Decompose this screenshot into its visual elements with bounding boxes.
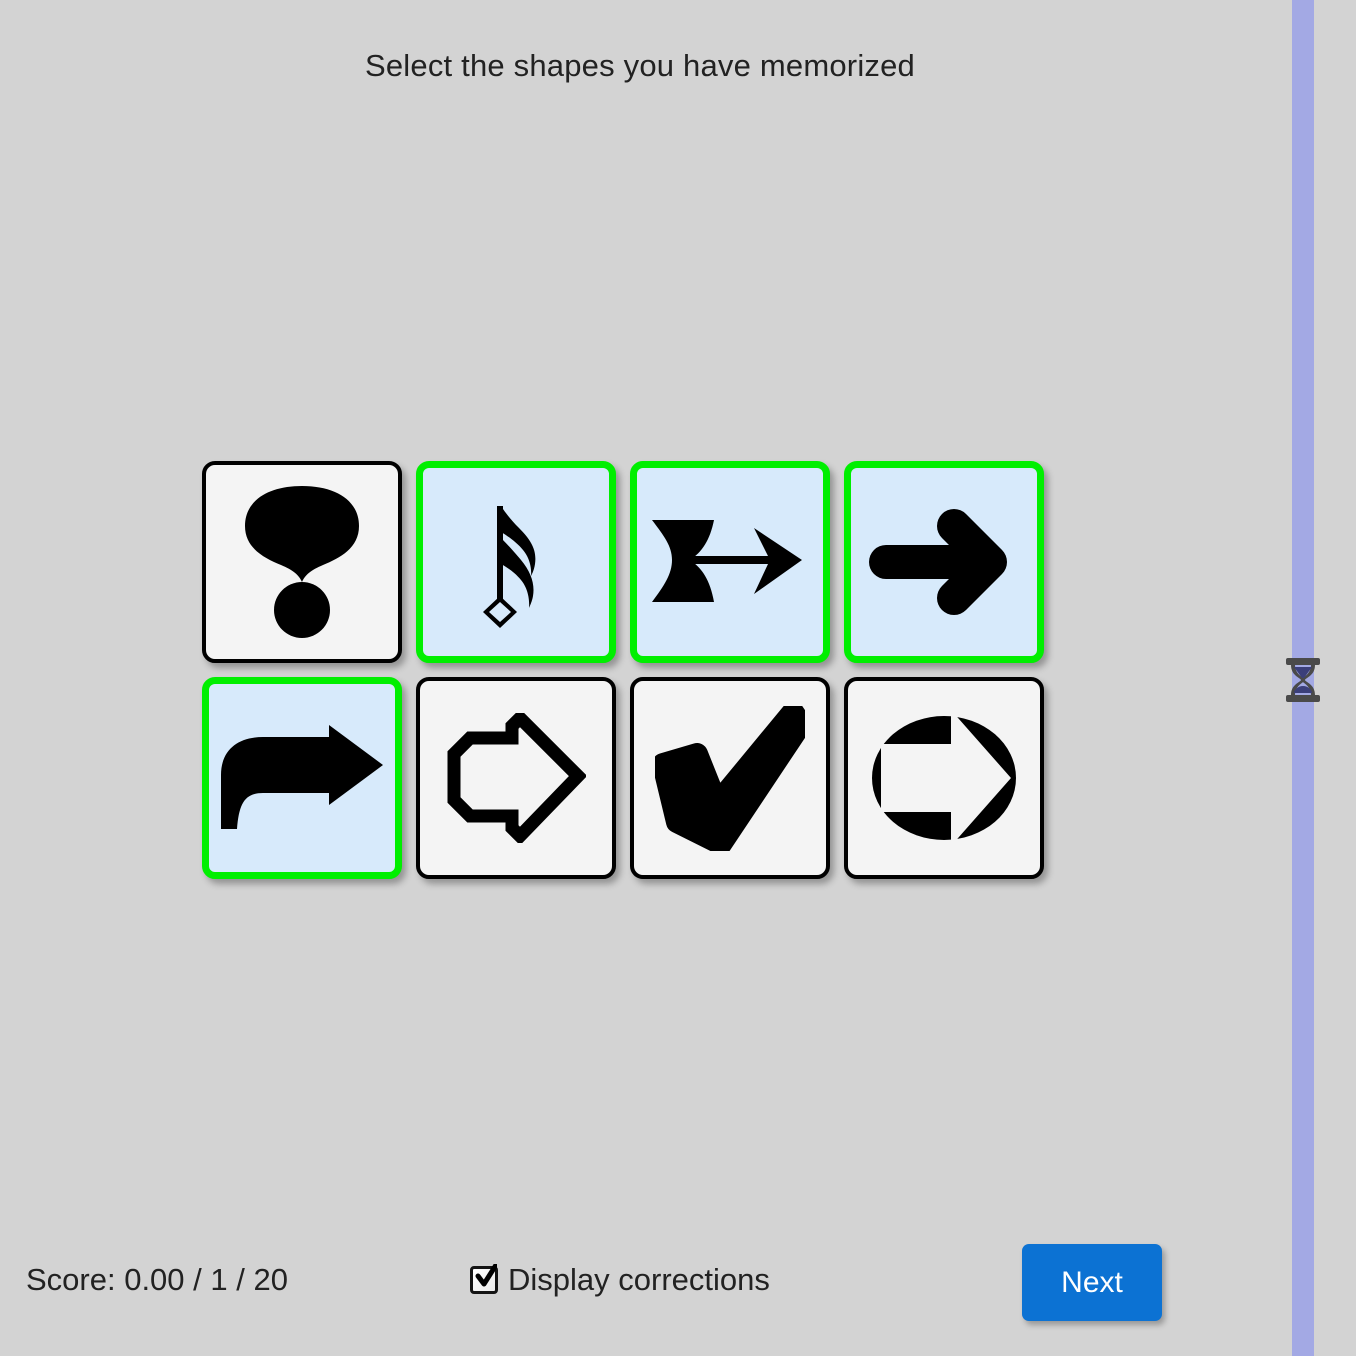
shape-tile-7[interactable] (630, 677, 830, 879)
circled-arrow-right-icon (869, 708, 1019, 848)
shape-tile-8[interactable] (844, 677, 1044, 879)
hourglass-icon (1282, 656, 1324, 704)
arrow-right-icon (864, 502, 1024, 622)
shape-tile-6[interactable] (416, 677, 616, 879)
exclamation-mark-icon (237, 482, 367, 642)
shape-tile-5[interactable] (202, 677, 402, 879)
display-corrections-label: Display corrections (508, 1262, 770, 1297)
check-mark-icon (655, 705, 805, 851)
shape-tile-3[interactable] (630, 461, 830, 663)
shape-tile-1[interactable] (202, 461, 402, 663)
shape-tile-2[interactable] (416, 461, 616, 663)
check-mark-icon (475, 1264, 497, 1287)
shape-tile-4[interactable] (844, 461, 1044, 663)
music-note-icon (461, 492, 571, 632)
score-label: Score: 0.00 / 1 / 20 (26, 1262, 288, 1297)
display-corrections-control[interactable]: Display corrections (470, 1262, 770, 1298)
display-corrections-checkbox[interactable] (470, 1264, 498, 1294)
outline-arrow-right-icon (446, 713, 586, 843)
shape-grid (202, 461, 1044, 879)
curved-arrow-right-icon (217, 723, 387, 833)
double-arrow-right-icon (650, 506, 810, 618)
next-button[interactable]: Next (1022, 1244, 1162, 1321)
page-title: Select the shapes you have memorized (364, 48, 915, 83)
